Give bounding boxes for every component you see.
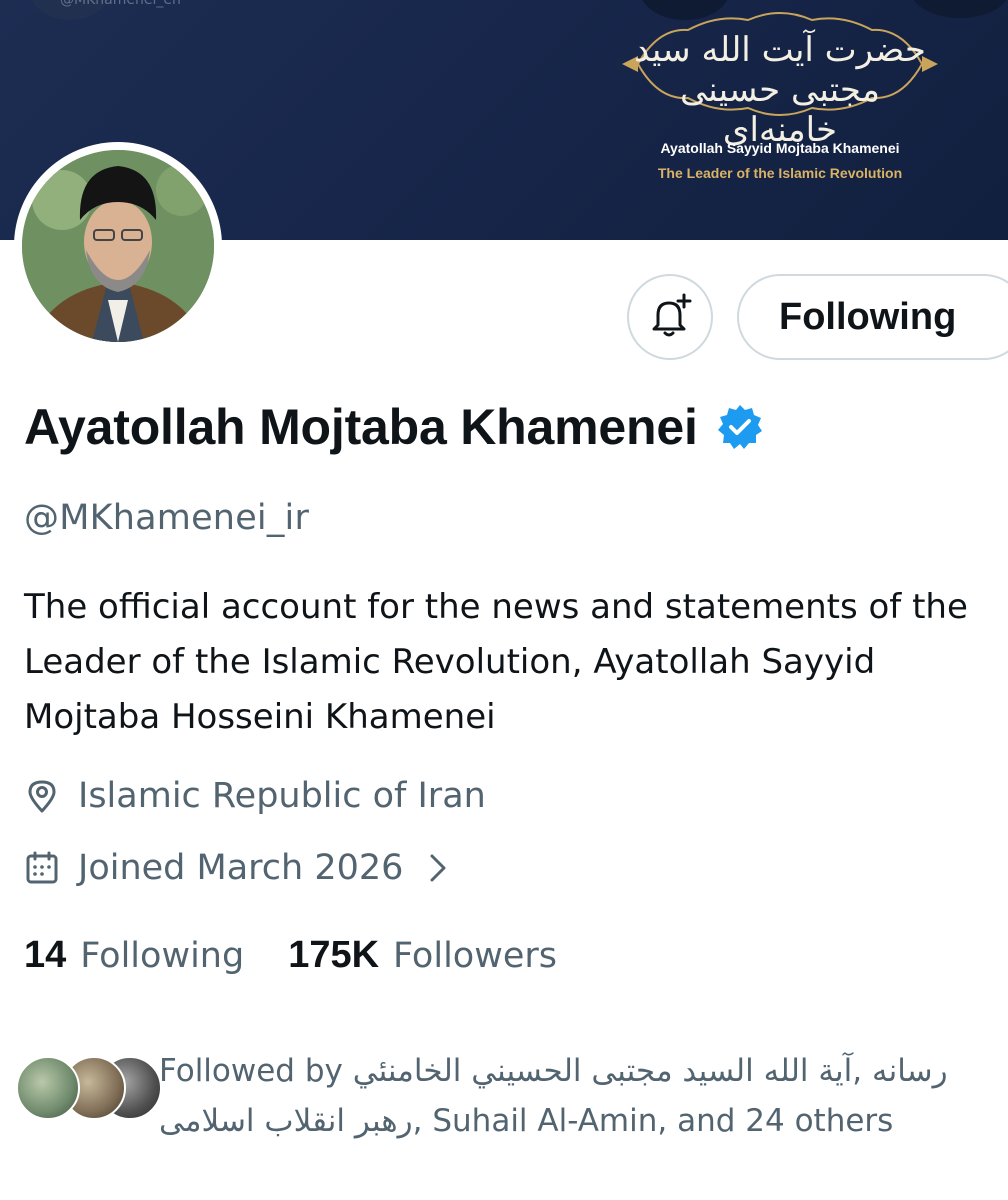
followers-stat[interactable]: 175K Followers xyxy=(288,934,557,977)
chevron-right-icon[interactable] xyxy=(427,852,449,884)
location-text: Islamic Republic of Iran xyxy=(78,776,486,816)
avatar-portrait xyxy=(22,150,214,342)
follower-avatar xyxy=(16,1056,80,1120)
notifications-button[interactable] xyxy=(627,274,713,360)
profile-bio: The official account for the news and st… xyxy=(24,587,968,737)
following-button[interactable]: Following xyxy=(737,274,1008,360)
follower-name-1: آية الله السيد مجتبى الحسيني الخامنئي xyxy=(352,1053,853,1089)
verified-badge-icon[interactable] xyxy=(716,403,764,451)
follower-name-3: Suhail Al-Amin xyxy=(432,1103,658,1139)
bell-plus-icon xyxy=(652,293,692,337)
display-name: Ayatollah Mojtaba Khamenei xyxy=(24,399,698,455)
followed-by-prefix: Followed by xyxy=(159,1053,343,1089)
calendar-icon xyxy=(26,851,58,884)
followed-by-sep-1: , xyxy=(852,1053,872,1089)
name-row: Ayatollah Mojtaba Khamenei xyxy=(24,398,764,456)
banner-handle-text: @MKhamenei_en xyxy=(60,0,181,8)
followed-by-text: Followed by آية الله السيد مجتبى الحسيني… xyxy=(159,1046,989,1146)
user-handle: @MKhamenei_ir xyxy=(24,498,310,538)
banner-calligraphy: حضرت آیت الله سید مجتبی حسینی خامنه‌ای xyxy=(634,30,926,150)
following-stat[interactable]: 14 Following xyxy=(24,934,244,977)
profile-avatar[interactable] xyxy=(14,142,222,350)
location-row: Islamic Republic of Iran xyxy=(24,776,486,816)
following-count: 14 xyxy=(24,934,67,976)
banner-title: Ayatollah Sayyid Mojtaba Khamenei xyxy=(660,140,900,156)
follow-stats: 14 Following 175K Followers xyxy=(24,934,557,977)
following-label: Following xyxy=(80,936,245,976)
followed-by-sep-2: , xyxy=(412,1103,433,1139)
followers-label: Followers xyxy=(393,936,557,976)
joined-text: Joined March 2026 xyxy=(78,848,404,888)
followers-count: 175K xyxy=(288,934,380,976)
location-pin-icon xyxy=(28,780,56,813)
followed-by-section[interactable]: Followed by آية الله السيد مجتبى الحسيني… xyxy=(16,1046,996,1139)
avatar-image xyxy=(22,150,214,342)
followed-by-suffix: , and 24 others xyxy=(657,1103,894,1139)
banner-subtitle: The Leader of the Islamic Revolution xyxy=(657,165,903,181)
joined-row[interactable]: Joined March 2026 xyxy=(24,848,449,888)
